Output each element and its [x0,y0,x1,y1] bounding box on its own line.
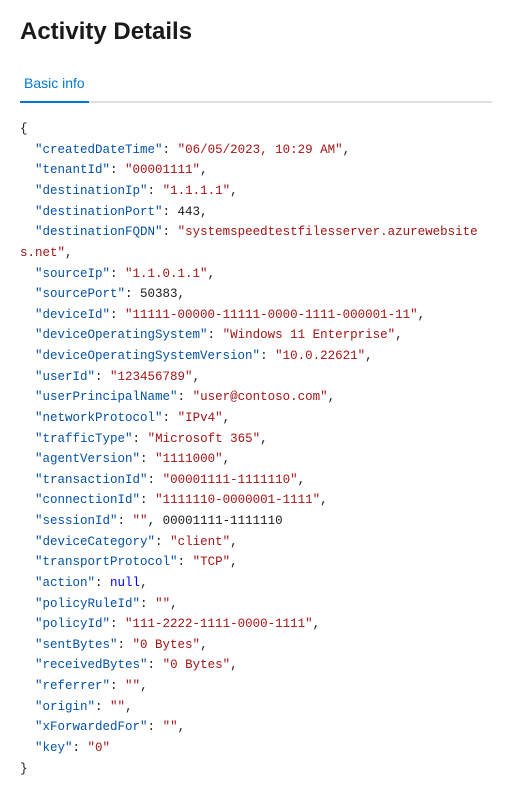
json-content: { "createdDateTime": "06/05/2023, 10:29 … [20,119,492,779]
tab-bar: Basic info [20,67,492,103]
tab-basic-info[interactable]: Basic info [20,67,89,103]
page-title: Activity Details [20,16,492,47]
activity-details-panel: Activity Details Basic info { "createdDa… [0,0,512,795]
